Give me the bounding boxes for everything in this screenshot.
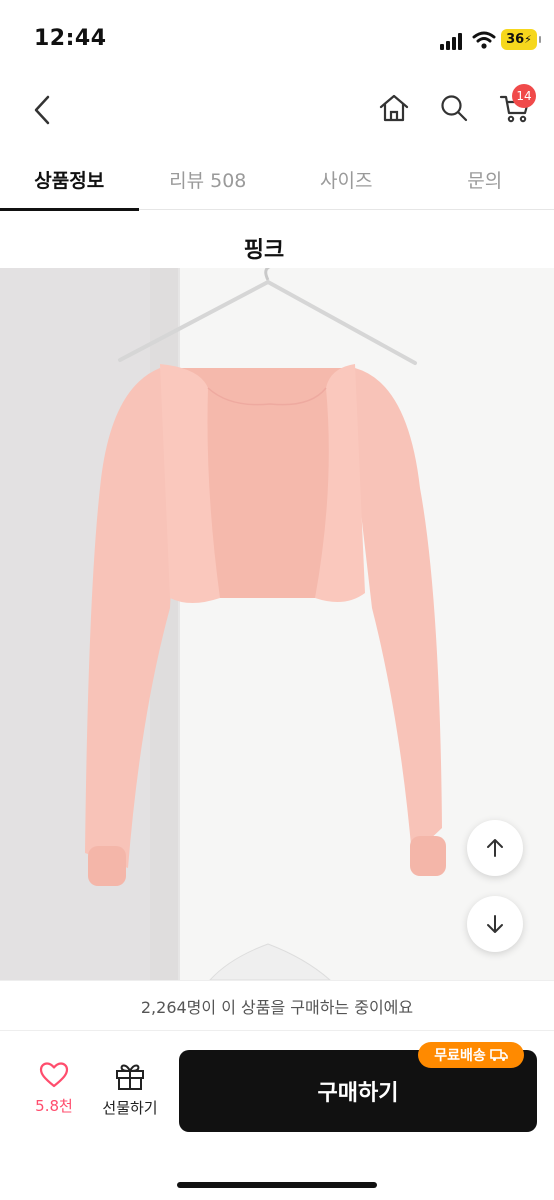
back-icon — [34, 95, 50, 125]
status-time: 12:44 — [34, 26, 107, 51]
like-button[interactable]: 5.8천 — [24, 1061, 84, 1131]
scroll-top-button[interactable] — [467, 820, 523, 876]
gift-button[interactable]: 선물하기 — [96, 1061, 164, 1131]
battery-level: 36 — [506, 32, 525, 47]
back-button[interactable] — [24, 90, 60, 130]
product-image — [0, 268, 554, 980]
home-icon — [379, 94, 409, 122]
gift-label: 선물하기 — [102, 1099, 158, 1117]
battery-indicator: 36 ⚡ — [501, 29, 541, 50]
free-shipping-badge: 무료배송 — [418, 1042, 524, 1068]
header — [0, 80, 554, 142]
heart-icon — [39, 1062, 69, 1088]
color-option-label: 핑크 — [243, 238, 285, 263]
signal-icon — [440, 32, 466, 50]
arrow-down-icon — [487, 915, 503, 933]
truck-icon — [489, 1049, 508, 1061]
tab-size[interactable]: 사이즈 — [277, 148, 416, 210]
wifi-icon — [472, 31, 496, 49]
cart-count-badge: 14 — [512, 84, 536, 108]
tab-reviews[interactable]: 리뷰 508 — [139, 148, 278, 210]
scroll-bottom-button[interactable] — [467, 896, 523, 952]
like-count: 5.8천 — [35, 1097, 73, 1115]
status-bar: 12:44 36 ⚡ — [0, 0, 554, 80]
tab-inquiry[interactable]: 문의 — [416, 148, 554, 210]
search-icon — [441, 95, 468, 122]
tab-product-info[interactable]: 상품정보 — [0, 148, 139, 211]
home-indicator — [177, 1182, 377, 1188]
search-button[interactable] — [434, 88, 474, 128]
arrow-up-icon — [487, 839, 503, 857]
free-shipping-label: 무료배송 — [434, 1048, 486, 1064]
gift-icon — [116, 1064, 144, 1090]
product-tabs: 상품정보 리뷰 508 사이즈 문의 — [0, 148, 554, 211]
buyers-count-notice: 2,264명이 이 상품을 구매하는 중이에요 — [0, 980, 554, 1030]
home-button[interactable] — [374, 88, 414, 128]
